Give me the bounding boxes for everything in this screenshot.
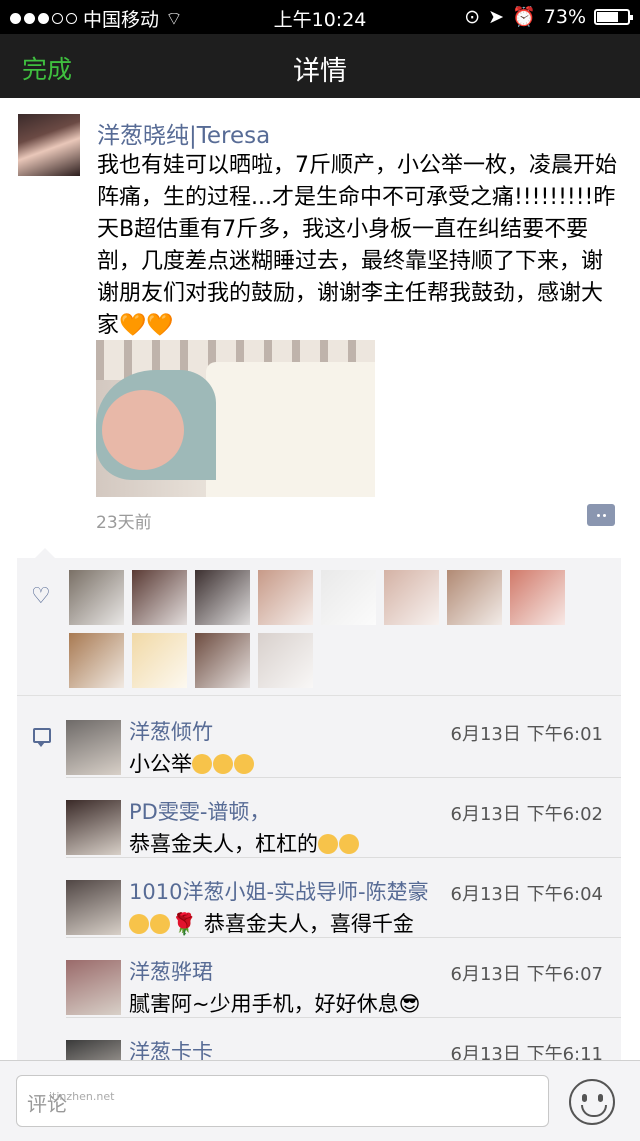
emoji-icon [192, 754, 212, 774]
comment-input[interactable]: 评论 jtinzhen.net [16, 1075, 549, 1127]
comment-input-bar: 评论 jtinzhen.net [0, 1060, 640, 1141]
commenter-avatar[interactable] [66, 960, 121, 1015]
comment-text: 🌹 恭喜金夫人，喜得千金 [129, 908, 414, 938]
comment-text: 小公举 [129, 748, 255, 778]
like-avatar[interactable] [384, 570, 439, 625]
battery-percent: 73% [543, 5, 586, 28]
like-avatar[interactable] [69, 633, 124, 688]
comment-date: 6月13日 下午6:01 [444, 720, 603, 746]
emoji-icon [318, 834, 338, 854]
commenter-avatar[interactable] [66, 880, 121, 935]
comment-date: 6月13日 下午6:04 [444, 880, 603, 906]
page-title: 详情 [293, 56, 347, 87]
like-avatar[interactable] [258, 633, 313, 688]
comment-row[interactable]: PD雯雯-谱顿， 6月13日 下午6:02 恭喜金夫人，杠杠的 [17, 776, 621, 858]
alarm-icon: ⏰ [512, 6, 536, 28]
like-avatar[interactable] [447, 570, 502, 625]
like-avatar[interactable] [510, 570, 565, 625]
likes-section: ♡ [17, 558, 621, 696]
commenter-avatar[interactable] [66, 800, 121, 855]
comment-text: 腻害阿~少用手机，好好休息😎 [129, 992, 421, 1016]
battery-icon [594, 8, 633, 25]
comment-row[interactable]: 洋葱倾竹 6月13日 下午6:01 小公举 [17, 696, 621, 778]
commenter-name[interactable]: 1010洋葱小姐-实战导师-陈楚豪 [129, 876, 429, 906]
commenter-name[interactable]: 洋葱倾竹 [129, 716, 213, 746]
comment-text: 恭喜金夫人，杠杠的 [129, 828, 360, 858]
status-bar: 中国移动 ⌔ 上午10:24 ⊙ ➤ ⏰ 73% [0, 0, 640, 34]
author-name[interactable]: 洋葱晓纯|Teresa [97, 116, 270, 150]
like-avatar[interactable] [195, 570, 250, 625]
rotation-lock-icon: ⊙ [464, 5, 481, 28]
post-text: 我也有娃可以晒啦，7斤顺产，小公举一枚，凌晨开始阵痛，生的过程...才是生命中不… [97, 153, 617, 338]
post-photo[interactable] [96, 340, 375, 497]
like-avatar[interactable] [321, 570, 376, 625]
comment-row[interactable]: 洋葱骅珺 6月13日 下午6:07 腻害阿~少用手机，好好休息😎 [17, 936, 621, 1018]
comment-row[interactable]: 1010洋葱小姐-实战导师-陈楚豪 6月13日 下午6:04 🌹 恭喜金夫人，喜得千… [17, 856, 621, 938]
watermark: jtinzhen.net [49, 1090, 115, 1103]
commenter-avatar[interactable] [66, 720, 121, 775]
nav-bar: 完成 详情 [0, 34, 640, 98]
emoji-icon [234, 754, 254, 774]
commenter-name[interactable]: PD雯雯-谱顿， [129, 796, 270, 826]
like-avatar[interactable] [258, 570, 313, 625]
comments-section: 洋葱倾竹 6月13日 下午6:01 小公举 PD雯雯-谱顿， 6月13日 下午6:02 恭… [17, 696, 621, 1096]
post-content: 我也有娃可以晒啦，7斤顺产，小公举一枚，凌晨开始阵痛，生的过程...才是生命中不… [97, 150, 617, 342]
rose-icon: 🌹 [171, 912, 198, 936]
commenter-name[interactable]: 洋葱骅珺 [129, 956, 213, 986]
emoji-icon [213, 754, 233, 774]
like-heart-icon: ♡ [31, 584, 51, 609]
emoji-icon[interactable] [569, 1079, 615, 1125]
emoji-icon [129, 914, 149, 934]
like-avatar[interactable] [132, 570, 187, 625]
author-avatar[interactable] [18, 114, 80, 176]
post-time: 23天前 [96, 513, 152, 533]
comment-date: 6月13日 下午6:07 [444, 960, 603, 986]
like-avatar[interactable] [69, 570, 124, 625]
comment-date: 6月13日 下午6:02 [444, 800, 603, 826]
heart-emoji: 🧡🧡 [119, 313, 174, 338]
like-avatars [69, 570, 569, 688]
location-icon: ➤ [488, 5, 505, 28]
comment-action-icon[interactable] [587, 504, 615, 526]
like-avatar[interactable] [132, 633, 187, 688]
emoji-icon [339, 834, 359, 854]
emoji-icon [150, 914, 170, 934]
like-avatar[interactable] [195, 633, 250, 688]
interaction-panel: ♡ 洋葱倾竹 6月13日 下午6:01 小公举 PD雯雯-谱顿， 6月13日 下午6:0… [17, 548, 621, 1096]
